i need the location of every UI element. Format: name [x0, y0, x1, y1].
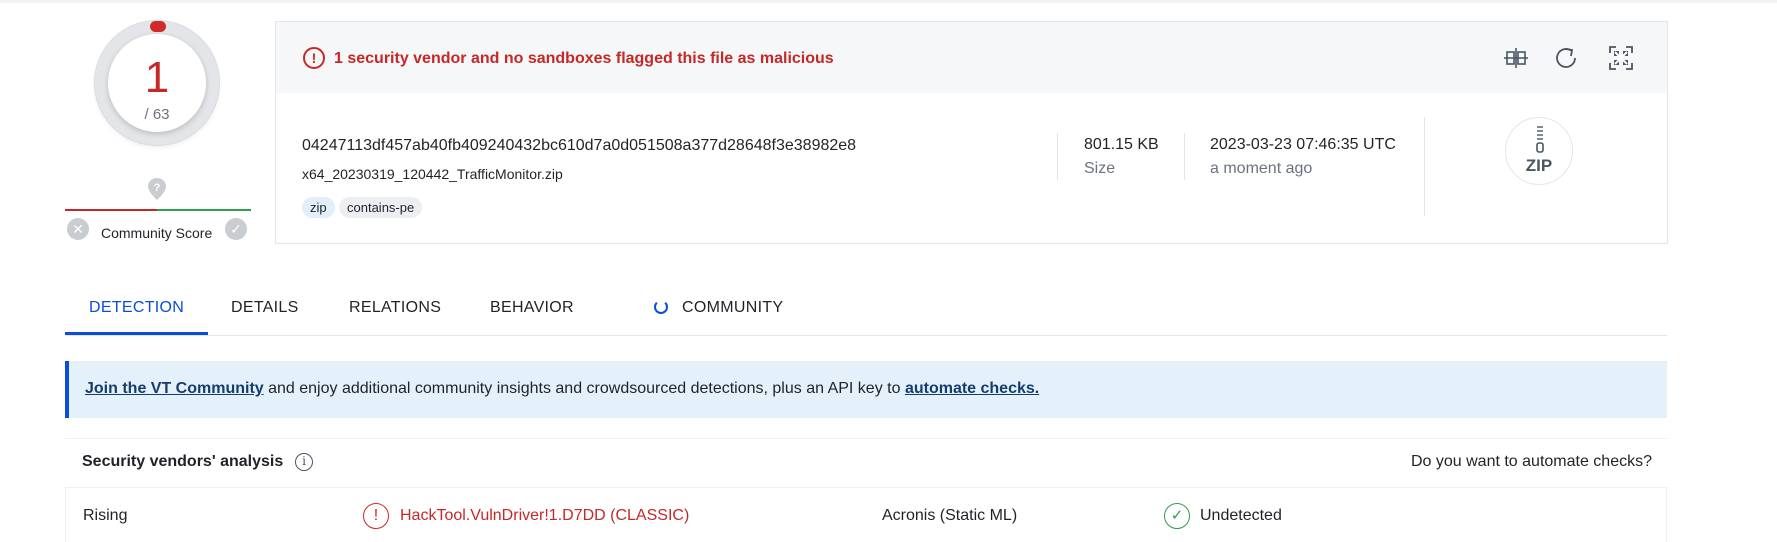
gauge-marker	[150, 21, 166, 32]
top-divider	[0, 0, 1777, 3]
community-score-bar-negative	[65, 209, 157, 211]
svg-text:?: ?	[154, 182, 161, 194]
analysis-date-relative: a moment ago	[1210, 160, 1313, 177]
detection-result: HackTool.VulnDriver!1.D7DD (CLASSIC)	[400, 507, 690, 524]
file-size-label: Size	[1084, 160, 1116, 177]
report-tabs: DETECTION DETAILS RELATIONS BEHAVIOR COM…	[65, 290, 1667, 336]
vendor-name: Acronis (Static ML)	[882, 507, 1018, 524]
community-banner: Join the VT Community and enjoy addition…	[65, 361, 1667, 418]
positives-count: 1	[144, 53, 170, 102]
tab-details[interactable]: DETAILS	[231, 299, 299, 317]
table-row: Rising ! HackTool.VulnDriver!1.D7DD (CLA…	[65, 487, 1667, 542]
question-pin-icon: ?	[148, 178, 166, 200]
gauge-center: 1 / 63	[108, 34, 206, 132]
tag-zip[interactable]: zip	[302, 197, 335, 218]
vendor-name: Rising	[83, 507, 128, 524]
community-score-label: Community Score	[101, 225, 213, 241]
total-engines: / 63	[144, 106, 170, 123]
banner-middle-text: and enjoy additional community insights …	[263, 380, 905, 397]
automate-checks-prompt[interactable]: Do you want to automate checks?	[1411, 453, 1652, 471]
malicious-alert-icon: !	[363, 503, 389, 529]
file-type-label: ZIP	[1525, 156, 1553, 175]
compare-icon[interactable]	[1502, 44, 1530, 72]
zip-file-type-icon: ZIP	[1505, 117, 1573, 185]
detection-result: Undetected	[1200, 507, 1282, 524]
divider	[1424, 117, 1425, 216]
detection-score-gauge: 1 / 63	[94, 20, 220, 146]
card-header: ! 1 security vendor and no sandboxes fla…	[276, 22, 1667, 93]
automate-checks-link[interactable]: automate checks.	[905, 380, 1039, 397]
file-size-value: 801.15 KB	[1084, 136, 1159, 153]
similar-icon[interactable]	[1607, 44, 1635, 72]
exclamation-circle-icon: !	[303, 47, 325, 69]
tab-community[interactable]: COMMUNITY	[682, 299, 783, 317]
file-name: x64_20230319_120442_TrafficMonitor.zip	[302, 166, 563, 182]
divider	[1184, 133, 1185, 180]
analysis-date-value: 2023-03-23 07:46:35 UTC	[1210, 136, 1396, 153]
loading-spinner-icon	[654, 300, 668, 314]
analysis-title: Security vendors' analysis	[82, 453, 284, 470]
tab-behavior[interactable]: BEHAVIOR	[490, 299, 574, 317]
upvote-check-icon[interactable]: ✓	[225, 218, 247, 240]
community-score-bar-positive	[157, 209, 251, 211]
vendors-analysis-header: Security vendors' analysis i Do you want…	[65, 438, 1667, 480]
undetected-check-icon: ✓	[1164, 503, 1190, 529]
active-tab-indicator	[65, 332, 208, 335]
banner-text: Join the VT Community and enjoy addition…	[85, 380, 1039, 398]
reanalyze-icon[interactable]	[1552, 44, 1580, 72]
divider	[1057, 133, 1058, 180]
zipper-icon	[1536, 126, 1544, 153]
file-summary-card: ! 1 security vendor and no sandboxes fla…	[275, 21, 1668, 244]
file-hash[interactable]: 04247113df457ab40fb409240432bc610d7a0d05…	[302, 137, 856, 155]
downvote-x-icon[interactable]: ✕	[67, 218, 89, 240]
detection-alert-text: 1 security vendor and no sandboxes flagg…	[334, 50, 834, 67]
info-icon[interactable]: i	[295, 453, 313, 471]
tab-relations[interactable]: RELATIONS	[349, 299, 441, 317]
join-community-link[interactable]: Join the VT Community	[85, 380, 264, 397]
tab-detection[interactable]: DETECTION	[89, 299, 184, 317]
tag-contains-pe[interactable]: contains-pe	[339, 197, 423, 218]
